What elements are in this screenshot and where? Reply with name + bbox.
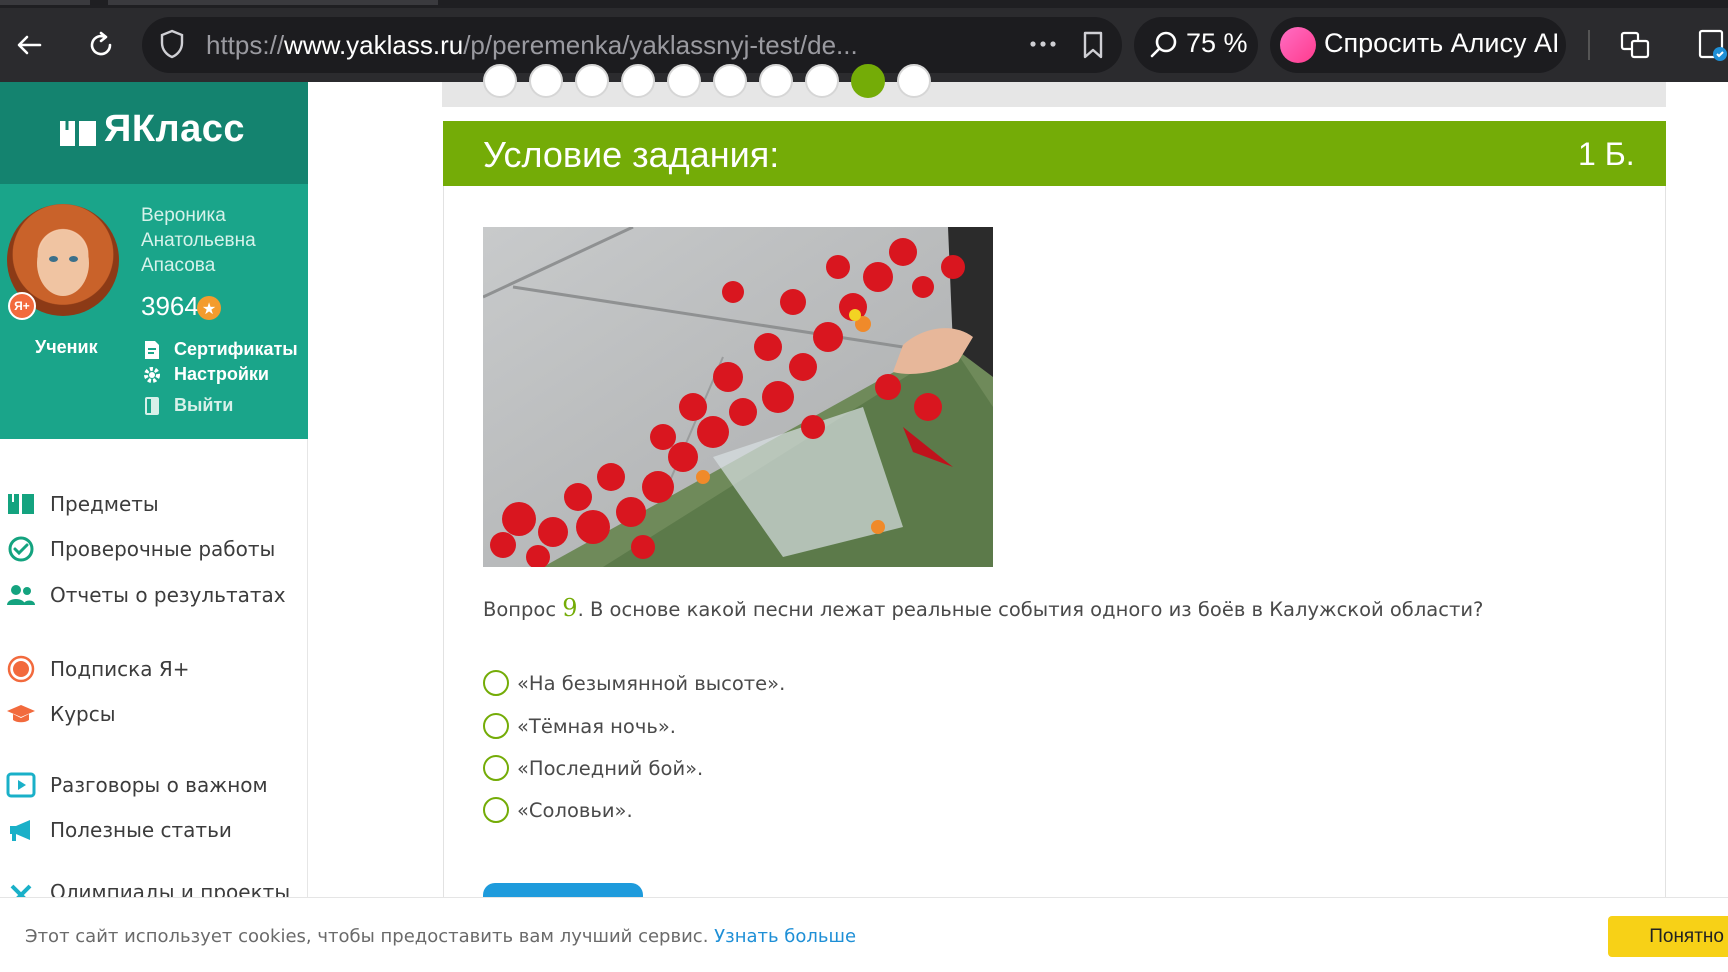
alice-label: Спросить Алису AI xyxy=(1324,28,1560,58)
sidebar-item-articles[interactable]: Полезные статьи xyxy=(6,813,232,847)
radio-button[interactable] xyxy=(483,755,509,781)
question-step[interactable] xyxy=(621,64,655,98)
radio-button[interactable] xyxy=(483,670,509,696)
user-role: Ученик xyxy=(35,337,98,357)
zoom-search-icon xyxy=(1148,29,1180,65)
play-icon xyxy=(6,770,36,800)
radio-button[interactable] xyxy=(483,713,509,739)
question-step[interactable] xyxy=(575,64,609,98)
logout-icon xyxy=(142,396,162,416)
certificates-link[interactable]: Сертификаты xyxy=(142,339,298,360)
question-step[interactable] xyxy=(667,64,701,98)
tab[interactable] xyxy=(108,0,438,5)
subscription-badge: Я+ xyxy=(8,292,36,320)
task-points: 1 Б. xyxy=(1578,136,1635,172)
bookmark-icon[interactable] xyxy=(1080,30,1106,64)
answer-option[interactable]: «Тёмная ночь». xyxy=(483,711,676,741)
sidebar-item-olympiads[interactable]: Олимпиады и проекты xyxy=(6,880,290,897)
task-title: Условие задания: xyxy=(483,134,780,175)
sidebar-item-subscription[interactable]: Подписка Я+ xyxy=(6,652,190,686)
cookie-text: Этот сайт использует cookies, чтобы пред… xyxy=(25,926,857,947)
star-icon: ★ xyxy=(197,296,221,320)
more-icon[interactable] xyxy=(1028,34,1058,58)
radio-button[interactable] xyxy=(483,797,509,823)
question-text: Вопрос 9. В основе какой песни лежат реа… xyxy=(483,594,1484,622)
question-step[interactable] xyxy=(713,64,747,98)
sidebar-item-reports[interactable]: Отчеты о результатах xyxy=(6,578,286,612)
question-step[interactable] xyxy=(897,64,931,98)
tab[interactable] xyxy=(0,0,90,5)
sidebar-item-subjects[interactable]: Предметы xyxy=(6,487,159,521)
logo-book-icon xyxy=(58,118,98,152)
answer-option[interactable]: «Последний бой». xyxy=(483,753,703,783)
sidebar-item-talks[interactable]: Разговоры о важном xyxy=(6,768,268,802)
graduation-cap-icon xyxy=(6,699,36,729)
cookie-accept-button[interactable]: Понятно xyxy=(1608,916,1728,957)
answer-option[interactable]: «Соловьи». xyxy=(483,795,633,825)
gear-icon xyxy=(142,365,162,385)
logo-text[interactable]: ЯКласс xyxy=(104,108,245,151)
learn-more-link[interactable]: Узнать больше xyxy=(714,926,856,947)
user-name[interactable]: Вероника Анатольевна Апасова xyxy=(141,203,301,278)
alice-icon xyxy=(1280,27,1316,63)
question-number: 9 xyxy=(562,594,578,622)
question-step[interactable] xyxy=(851,64,885,98)
question-step[interactable] xyxy=(529,64,563,98)
extension-icon[interactable] xyxy=(1696,28,1728,66)
reload-icon[interactable] xyxy=(78,22,124,68)
sidebar-item-courses[interactable]: Курсы xyxy=(6,697,116,731)
answer-option[interactable]: «На безымянной высоте». xyxy=(483,668,785,698)
users-icon xyxy=(6,580,36,610)
book-icon xyxy=(6,489,36,519)
olympiad-icon xyxy=(6,880,36,897)
question-step[interactable] xyxy=(805,64,839,98)
toolbar-divider xyxy=(1588,30,1590,60)
certificate-icon xyxy=(142,340,162,360)
back-icon[interactable] xyxy=(6,22,52,68)
shield-icon[interactable] xyxy=(158,28,186,64)
megaphone-icon xyxy=(6,815,36,845)
url-text[interactable]: https://www.yaklass.ru/p/peremenka/yakla… xyxy=(206,30,858,61)
user-points: 3964 xyxy=(141,291,199,321)
question-step[interactable] xyxy=(759,64,793,98)
zoom-level: 75 % xyxy=(1186,28,1248,58)
tab-strip xyxy=(0,0,1728,8)
settings-link[interactable]: Настройки xyxy=(142,364,269,385)
logout-link[interactable]: Выйти xyxy=(142,395,233,416)
translate-icon[interactable] xyxy=(1618,28,1652,66)
subscription-icon xyxy=(6,654,36,684)
check-circle-icon xyxy=(6,534,36,564)
question-image xyxy=(483,227,993,567)
sidebar-item-tests[interactable]: Проверочные работы xyxy=(6,532,275,566)
question-step[interactable] xyxy=(483,64,517,98)
